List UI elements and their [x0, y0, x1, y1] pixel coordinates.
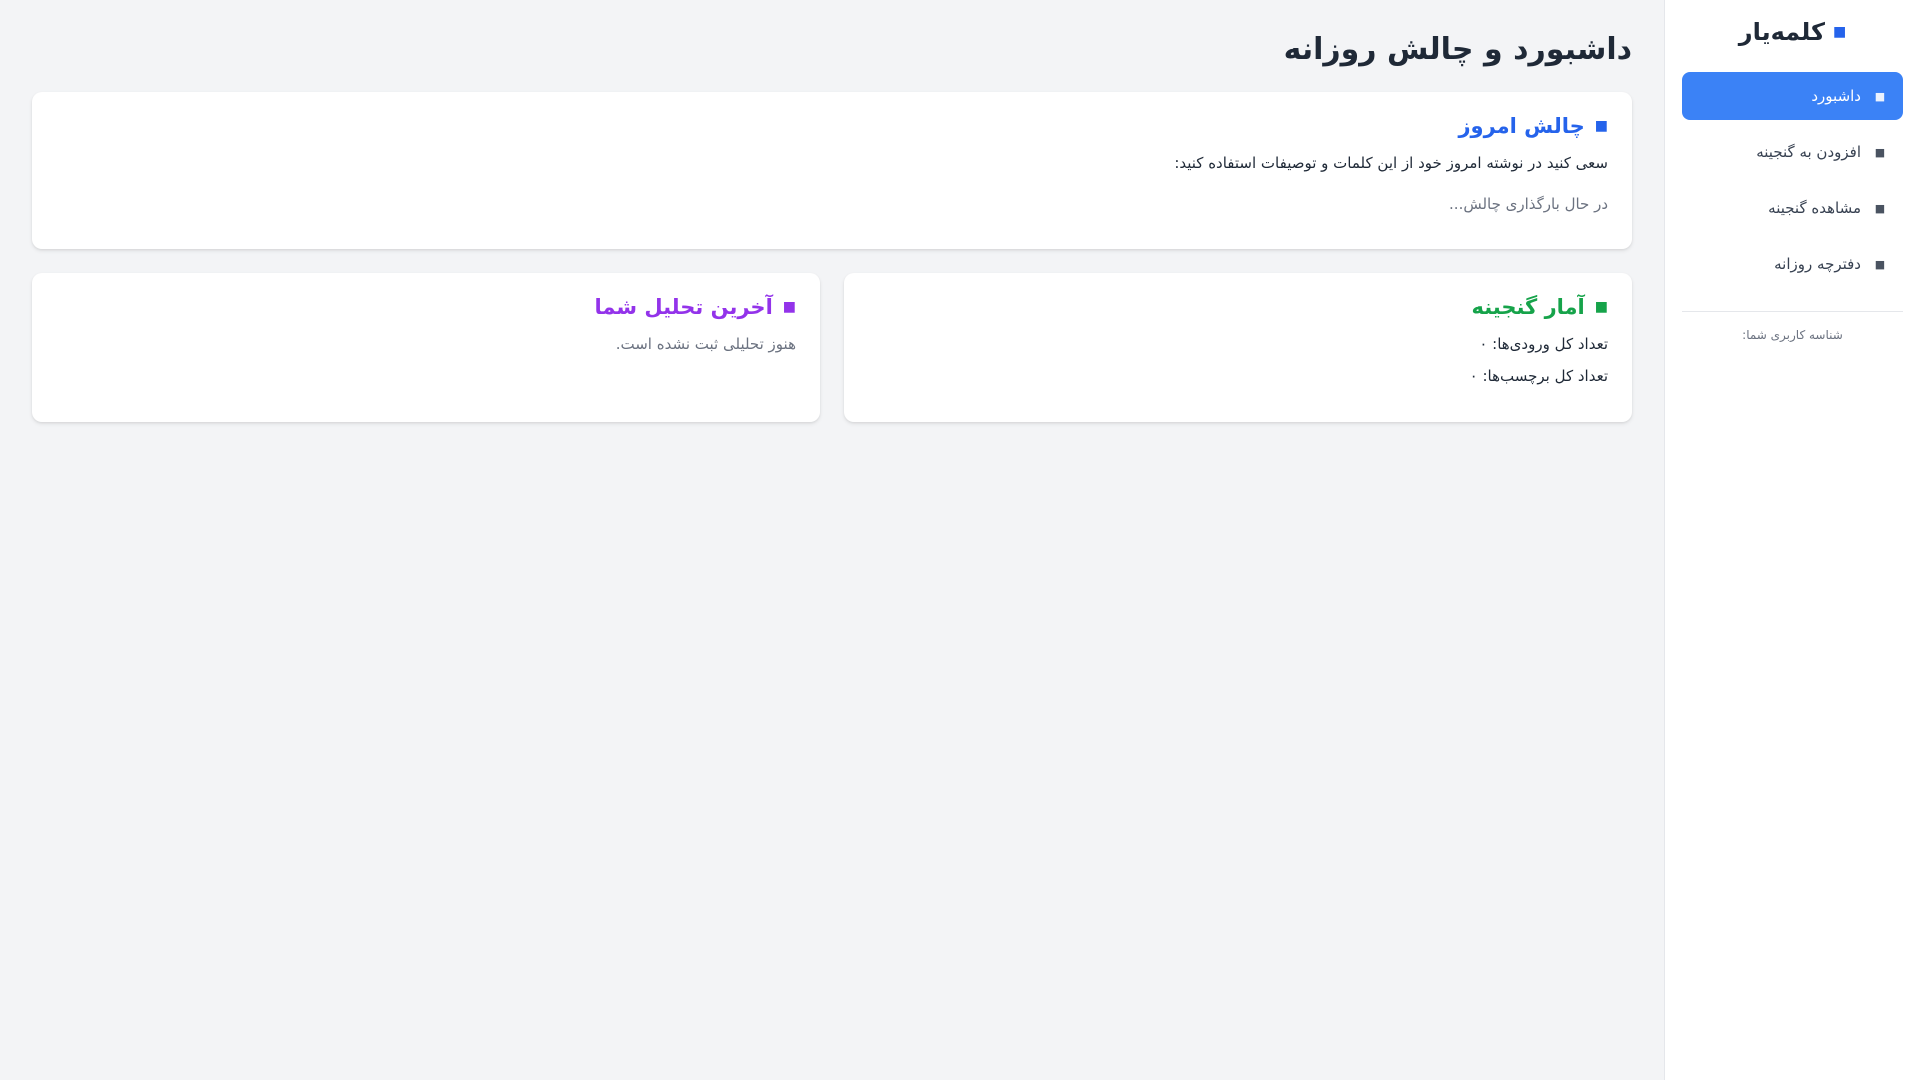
sidebar-item-label: افزودن به گنجینه: [1756, 143, 1861, 161]
book-icon: ■: [1833, 24, 1847, 40]
list-icon: ■: [1874, 201, 1886, 215]
stats-card-title: ■ آمار گنجینه: [868, 295, 1608, 319]
page-title: داشبورد و چالش روزانه: [1283, 32, 1632, 67]
analysis-title-text: آخرین تحلیل شما: [594, 295, 773, 319]
sidebar-item-label: مشاهده گنجینه: [1768, 199, 1861, 217]
app-root: ■ کلمه‌یار ■ داشبورد ■ افزودن به گنجینه …: [0, 0, 1920, 1080]
analysis-card-title: ■ آخرین تحلیل شما: [56, 295, 796, 319]
latest-analysis-card: ■ آخرین تحلیل شما هنوز تحلیلی ثبت نشده ا…: [32, 273, 820, 422]
main-content: داشبورد و چالش روزانه ■ چالش امروز سعی ک…: [0, 0, 1664, 1080]
sidebar-item-label: دفترچه روزانه: [1774, 255, 1861, 273]
sidebar-item-label: داشبورد: [1811, 87, 1861, 105]
sidebar-item-dashboard[interactable]: ■ داشبورد: [1682, 72, 1903, 120]
treasury-stats-card: ■ آمار گنجینه تعداد کل ورودی‌ها: ۰ تعداد…: [844, 273, 1632, 422]
total-entries: تعداد کل ورودی‌ها: ۰: [1479, 335, 1608, 353]
challenge-loading: در حال بارگذاری چالش...: [1449, 195, 1608, 213]
brand[interactable]: ■ کلمه‌یار: [1682, 16, 1903, 48]
challenge-intro: سعی کنید در نوشته امروز خود از این کلمات…: [1174, 154, 1608, 172]
challenge-card: ■ چالش امروز سعی کنید در نوشته امروز خود…: [32, 92, 1632, 249]
sidebar: ■ کلمه‌یار ■ داشبورد ■ افزودن به گنجینه …: [1664, 0, 1920, 1080]
sidebar-item-daily-notebook[interactable]: ■ دفترچه روزانه: [1682, 240, 1903, 288]
user-id-label: شناسه کاربری شما:: [1742, 328, 1843, 342]
chart-icon: ■: [1594, 299, 1608, 315]
brand-name: کلمه‌یار: [1738, 18, 1826, 46]
notebook-icon: ■: [1874, 257, 1886, 271]
sidebar-item-view-treasury[interactable]: ■ مشاهده گنجینه: [1682, 184, 1903, 232]
plus-icon: ■: [1874, 145, 1886, 159]
lightbulb-icon: ■: [1594, 118, 1608, 134]
challenge-card-title: ■ چالش امروز: [56, 114, 1608, 138]
brain-icon: ■: [782, 299, 796, 315]
dashboard-grid: ■ آمار گنجینه تعداد کل ورودی‌ها: ۰ تعداد…: [32, 273, 1632, 422]
total-tags: تعداد کل برچسب‌ها: ۰: [1469, 367, 1608, 385]
sidebar-nav: ■ داشبورد ■ افزودن به گنجینه ■ مشاهده گن…: [1682, 72, 1903, 288]
stats-title-text: آمار گنجینه: [1471, 295, 1585, 319]
challenge-title-text: چالش امروز: [1458, 114, 1585, 138]
home-icon: ■: [1874, 89, 1886, 103]
sidebar-divider: [1682, 311, 1903, 312]
sidebar-item-add-to-treasury[interactable]: ■ افزودن به گنجینه: [1682, 128, 1903, 176]
analysis-empty: هنوز تحلیلی ثبت نشده است.: [615, 335, 796, 353]
